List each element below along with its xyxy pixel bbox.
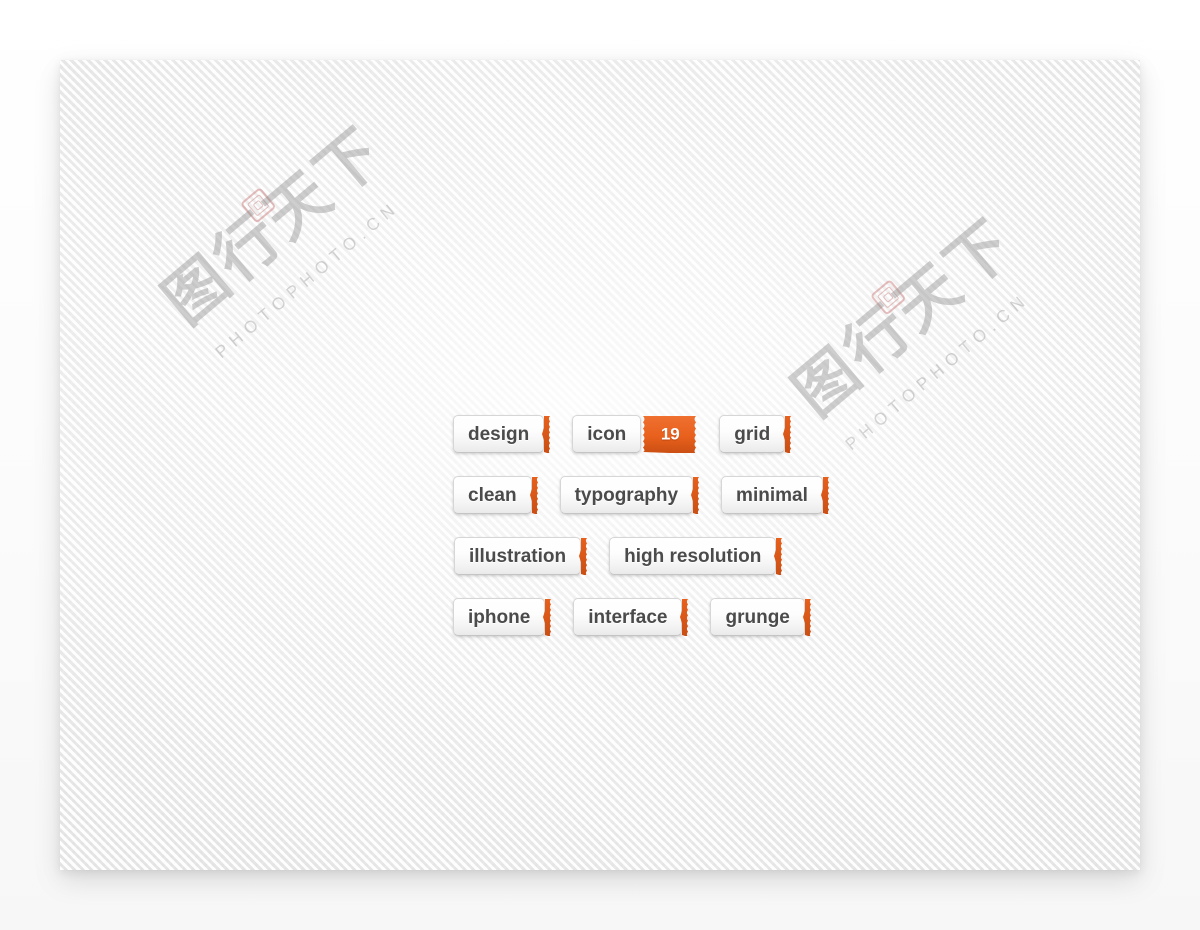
tag-body[interactable]: icon: [572, 415, 642, 453]
tag-label: icon: [587, 423, 627, 445]
tag-label: minimal: [736, 484, 808, 506]
tag-label: design: [468, 423, 530, 445]
tag-perforation-icon: [680, 598, 689, 636]
tag-interface[interactable]: interface: [573, 598, 689, 636]
tag-design[interactable]: design: [453, 415, 551, 453]
tag-body[interactable]: iphone: [453, 598, 546, 636]
tag-perforation-icon: [774, 537, 783, 575]
tag-cloud: design icon 19 grid clean typography minimal il…: [453, 415, 883, 659]
tag-label: high resolution: [624, 545, 762, 567]
tag-illustration[interactable]: illustration: [454, 537, 588, 575]
tag-count-value: 19: [660, 424, 680, 444]
tag-label: clean: [468, 484, 517, 506]
tag-body[interactable]: interface: [573, 598, 683, 636]
tag-perforation-icon: [543, 598, 552, 636]
tag-count-badge[interactable]: 19: [638, 415, 698, 453]
tag-label: typography: [574, 484, 679, 506]
tag-row: illustration high resolution: [453, 537, 883, 598]
tag-label: illustration: [469, 545, 567, 567]
tag-body[interactable]: design: [453, 415, 545, 453]
tag-perforation-icon: [820, 476, 830, 514]
tag-label: grid: [734, 423, 771, 445]
tag-minimal[interactable]: minimal: [721, 476, 830, 514]
design-canvas: 图行天下 PHOTOPHOTO.CN 图行天下 PHOTOPHOTO.CN de…: [60, 60, 1140, 870]
tag-grid[interactable]: grid: [719, 415, 792, 453]
tag-perforation-icon: [783, 415, 792, 453]
tag-body[interactable]: grunge: [710, 598, 805, 636]
tag-perforation-icon: [579, 537, 588, 575]
tag-grunge[interactable]: grunge: [710, 598, 811, 636]
tag-label: grunge: [725, 606, 790, 628]
page-background: 图行天下 PHOTOPHOTO.CN 图行天下 PHOTOPHOTO.CN de…: [0, 0, 1200, 930]
tag-icon[interactable]: icon 19: [572, 415, 698, 453]
tag-body[interactable]: high resolution: [609, 537, 777, 575]
tag-typography[interactable]: typography: [559, 476, 700, 514]
tag-body[interactable]: clean: [453, 476, 532, 514]
tag-perforation-icon: [542, 415, 551, 453]
tag-body[interactable]: minimal: [721, 476, 823, 514]
tag-label: iphone: [468, 606, 531, 628]
tag-body[interactable]: illustration: [454, 537, 582, 575]
tag-row: clean typography minimal: [453, 476, 883, 537]
tag-clean[interactable]: clean: [453, 476, 539, 514]
tag-label: interface: [588, 606, 668, 628]
tag-high-resolution[interactable]: high resolution: [609, 537, 783, 575]
tag-perforation-icon: [529, 476, 539, 514]
tag-row: iphone interface grunge: [453, 598, 883, 659]
tag-body[interactable]: typography: [559, 476, 694, 514]
tag-iphone[interactable]: iphone: [453, 598, 552, 636]
tag-body[interactable]: grid: [719, 415, 786, 453]
tag-row: design icon 19 grid: [453, 415, 883, 476]
tag-perforation-icon: [802, 598, 812, 636]
tag-perforation-icon: [691, 476, 700, 514]
